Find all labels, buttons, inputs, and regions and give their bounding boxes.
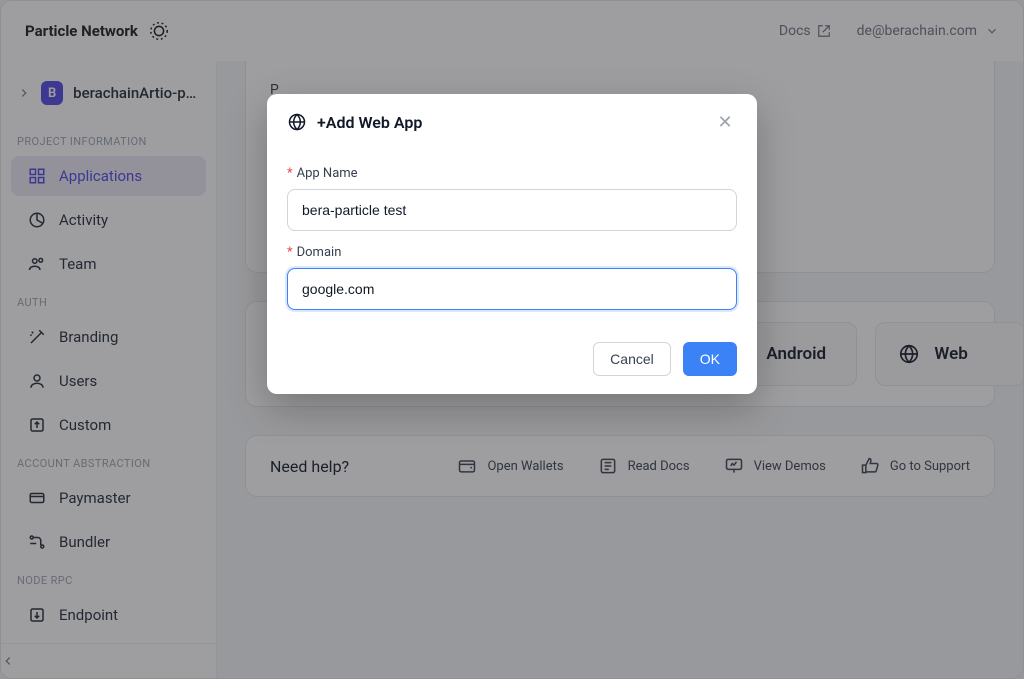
close-button[interactable]: ✕ bbox=[713, 110, 737, 134]
add-web-app-modal: +Add Web App ✕ *App Name *Domain Cancel … bbox=[267, 94, 757, 394]
cancel-button[interactable]: Cancel bbox=[593, 342, 671, 376]
modal-overlay: +Add Web App ✕ *App Name *Domain Cancel … bbox=[0, 0, 1024, 679]
close-icon: ✕ bbox=[717, 112, 732, 133]
domain-input[interactable] bbox=[287, 268, 737, 310]
domain-label: *Domain bbox=[287, 245, 737, 260]
modal-title: +Add Web App bbox=[317, 113, 422, 132]
app-name-label: *App Name bbox=[287, 166, 737, 181]
app-name-input[interactable] bbox=[287, 189, 737, 231]
globe-icon bbox=[287, 112, 307, 132]
ok-button[interactable]: OK bbox=[683, 342, 737, 376]
